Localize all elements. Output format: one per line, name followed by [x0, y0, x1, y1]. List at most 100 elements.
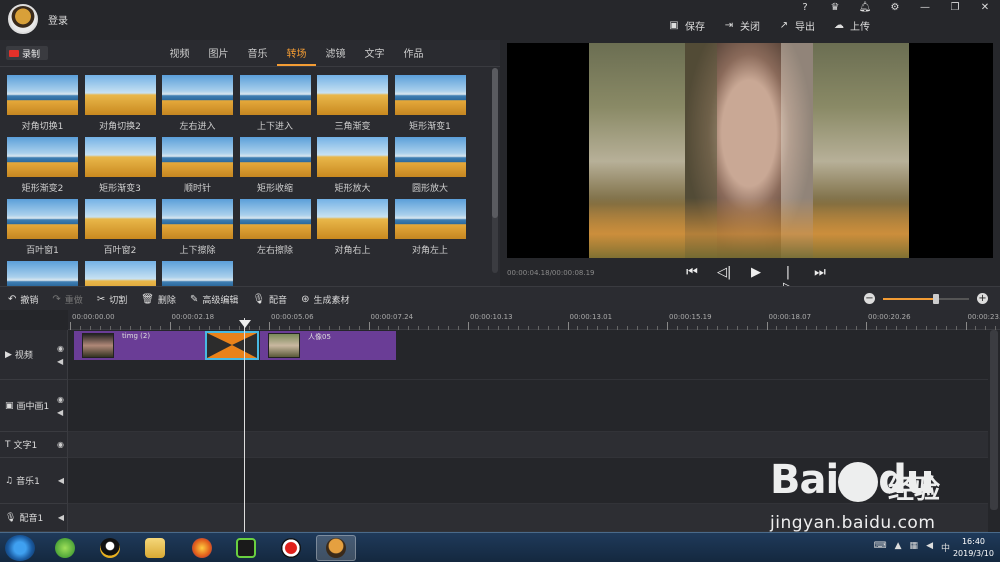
tab-music[interactable]: 音乐: [238, 45, 277, 66]
transition-block[interactable]: [205, 331, 259, 360]
tab-text[interactable]: 文字: [355, 45, 394, 66]
login-link[interactable]: 登录: [48, 12, 68, 27]
tab-image[interactable]: 图片: [199, 45, 238, 66]
transition-thumbnail[interactable]: 对角切换1: [7, 75, 78, 132]
transition-thumbnail[interactable]: 顺时针: [162, 137, 233, 194]
save-button[interactable]: ▣ 保存: [668, 18, 705, 33]
transition-label: 圆形放大: [411, 184, 448, 194]
export-button[interactable]: ↗ 导出: [778, 18, 815, 33]
library-scrollbar[interactable]: [492, 68, 498, 273]
track-headers: ▶ 视频 ◉ ◀ ▣ 画中画1 ◉ ◀ T 文字1 ◉ ♫ 音乐1 ◀ 🎙︎ 配音1…: [0, 330, 68, 532]
maximize-icon[interactable]: ❐: [940, 0, 970, 16]
transition-thumbnail[interactable]: 对角右上: [317, 199, 388, 256]
zoom-slider-knob[interactable]: [933, 293, 940, 304]
playhead-handle[interactable]: [239, 320, 251, 328]
redo-button[interactable]: ↷ 重做: [52, 293, 82, 306]
transition-label: 矩形渐变2: [21, 184, 64, 194]
transition-thumbnail[interactable]: 矩形渐变2: [7, 137, 78, 194]
dub-button[interactable]: 🎙︎ 配音: [252, 293, 287, 306]
clip-timg[interactable]: timg (2): [74, 331, 206, 360]
time-ruler[interactable]: 00:00:00.00 00:00:02.18 00:00:05.06 00:00:0…: [68, 310, 1000, 330]
track-video[interactable]: timg (2) 人像05: [68, 330, 988, 380]
taskbar-app[interactable]: [45, 535, 85, 561]
speaker-icon[interactable]: ◀: [58, 476, 64, 485]
network-icon[interactable]: ▦: [910, 541, 919, 554]
playhead[interactable]: [244, 318, 245, 532]
advanced-edit-button[interactable]: ✎ 高级编辑: [190, 293, 238, 306]
upload-button[interactable]: ☁ 上传: [833, 18, 870, 33]
transition-thumbnail[interactable]: 矩形放大: [317, 137, 388, 194]
track-header-dub: 🎙︎ 配音1 ◀: [0, 504, 68, 532]
minimize-icon[interactable]: —: [910, 0, 940, 16]
gear-icon[interactable]: ⚙: [880, 0, 910, 16]
transition-thumbnail[interactable]: 对角左上: [394, 199, 466, 256]
tab-works[interactable]: 作品: [394, 45, 433, 66]
delete-button[interactable]: 🗑︎ 删除: [141, 293, 176, 306]
taskbar-player[interactable]: [226, 535, 266, 561]
track-text[interactable]: [68, 432, 988, 458]
track-header-pip: ▣ 画中画1 ◉ ◀: [0, 380, 68, 432]
help-icon[interactable]: ?: [790, 0, 820, 16]
zoom-out-button[interactable]: −: [864, 293, 875, 304]
window-controls: ? ♛ 🔔︎ ⚙ — ❐ ✕: [790, 0, 1000, 16]
frame-flowers: [589, 198, 909, 258]
eye-icon[interactable]: ◉: [57, 440, 64, 449]
track-pip[interactable]: [68, 380, 988, 432]
record-button[interactable]: 录制: [6, 46, 48, 60]
flag-icon[interactable]: ▲: [895, 541, 902, 554]
music-track-icon: ♫: [5, 475, 14, 486]
transition-label: 上下进入: [256, 122, 293, 132]
clip-portrait[interactable]: 人像05: [260, 331, 396, 360]
transition-thumbnail[interactable]: 百叶窗2: [84, 199, 156, 256]
eye-icon[interactable]: ◉: [57, 395, 64, 404]
video-track-icon: ▶: [5, 349, 12, 360]
ruler-tick: [567, 322, 569, 330]
speaker-icon[interactable]: ◀: [58, 513, 64, 522]
firefox-icon: [192, 538, 212, 558]
zoom-in-button[interactable]: +: [977, 293, 988, 304]
start-button[interactable]: [5, 535, 35, 561]
bell-icon[interactable]: 🔔︎: [850, 0, 880, 16]
ime-icon[interactable]: 中: [941, 541, 950, 554]
transition-thumbnail[interactable]: 矩形渐变1: [394, 75, 466, 132]
vip-icon[interactable]: ♛: [820, 0, 850, 16]
taskbar-explorer[interactable]: [135, 535, 175, 561]
tab-video[interactable]: 视频: [160, 45, 199, 66]
transition-thumbnail[interactable]: 上下进入: [239, 75, 311, 132]
eye-icon[interactable]: ◉: [57, 344, 64, 353]
transition-thumbnail[interactable]: 三角渐变: [317, 75, 388, 132]
transition-thumbnail[interactable]: 对角切换2: [84, 75, 156, 132]
transition-thumbnail[interactable]: 矩形收缩: [239, 137, 311, 194]
close-icon[interactable]: ✕: [970, 0, 1000, 16]
video-preview[interactable]: [507, 43, 993, 258]
generate-button[interactable]: ⊛ 生成素材: [301, 293, 349, 306]
taskbar-recorder[interactable]: [271, 535, 311, 561]
transition-thumbnail[interactable]: 矩形渐变3: [84, 137, 156, 194]
timeline-scrollbar[interactable]: [990, 330, 998, 510]
clock-date: 2019/3/10: [952, 549, 994, 558]
clock[interactable]: 16:40 2019/3/10: [953, 536, 994, 560]
speaker-icon[interactable]: ◀: [57, 357, 64, 366]
volume-icon[interactable]: ◀: [926, 541, 933, 554]
transition-preview-image: [394, 75, 466, 115]
cut-button[interactable]: ✂ 切割: [97, 293, 127, 306]
watermark-brand-text: Bai: [770, 457, 839, 503]
transition-label: 对角切换1: [21, 122, 64, 132]
undo-button[interactable]: ↶ 撤销: [8, 293, 38, 306]
transition-thumbnail[interactable]: 左右进入: [162, 75, 233, 132]
tab-transition[interactable]: 转场: [277, 45, 316, 66]
taskbar-qq[interactable]: [90, 535, 130, 561]
close-project-button[interactable]: ⇥ 关闭: [723, 18, 760, 33]
transition-thumbnail[interactable]: 圆形放大: [394, 137, 466, 194]
speaker-icon[interactable]: ◀: [57, 408, 64, 417]
folder-icon: [145, 538, 165, 558]
transition-thumbnail[interactable]: 上下擦除: [162, 199, 233, 256]
transition-thumbnail[interactable]: 左右擦除: [239, 199, 311, 256]
tab-filter[interactable]: 滤镜: [316, 45, 355, 66]
keyboard-icon[interactable]: ⌨: [874, 541, 887, 554]
ruler-tick: [866, 322, 867, 330]
zoom-slider[interactable]: [883, 293, 969, 304]
transition-thumbnail[interactable]: 百叶窗1: [7, 199, 78, 256]
taskbar-firefox[interactable]: [182, 535, 222, 561]
taskbar-editor[interactable]: [316, 535, 356, 561]
